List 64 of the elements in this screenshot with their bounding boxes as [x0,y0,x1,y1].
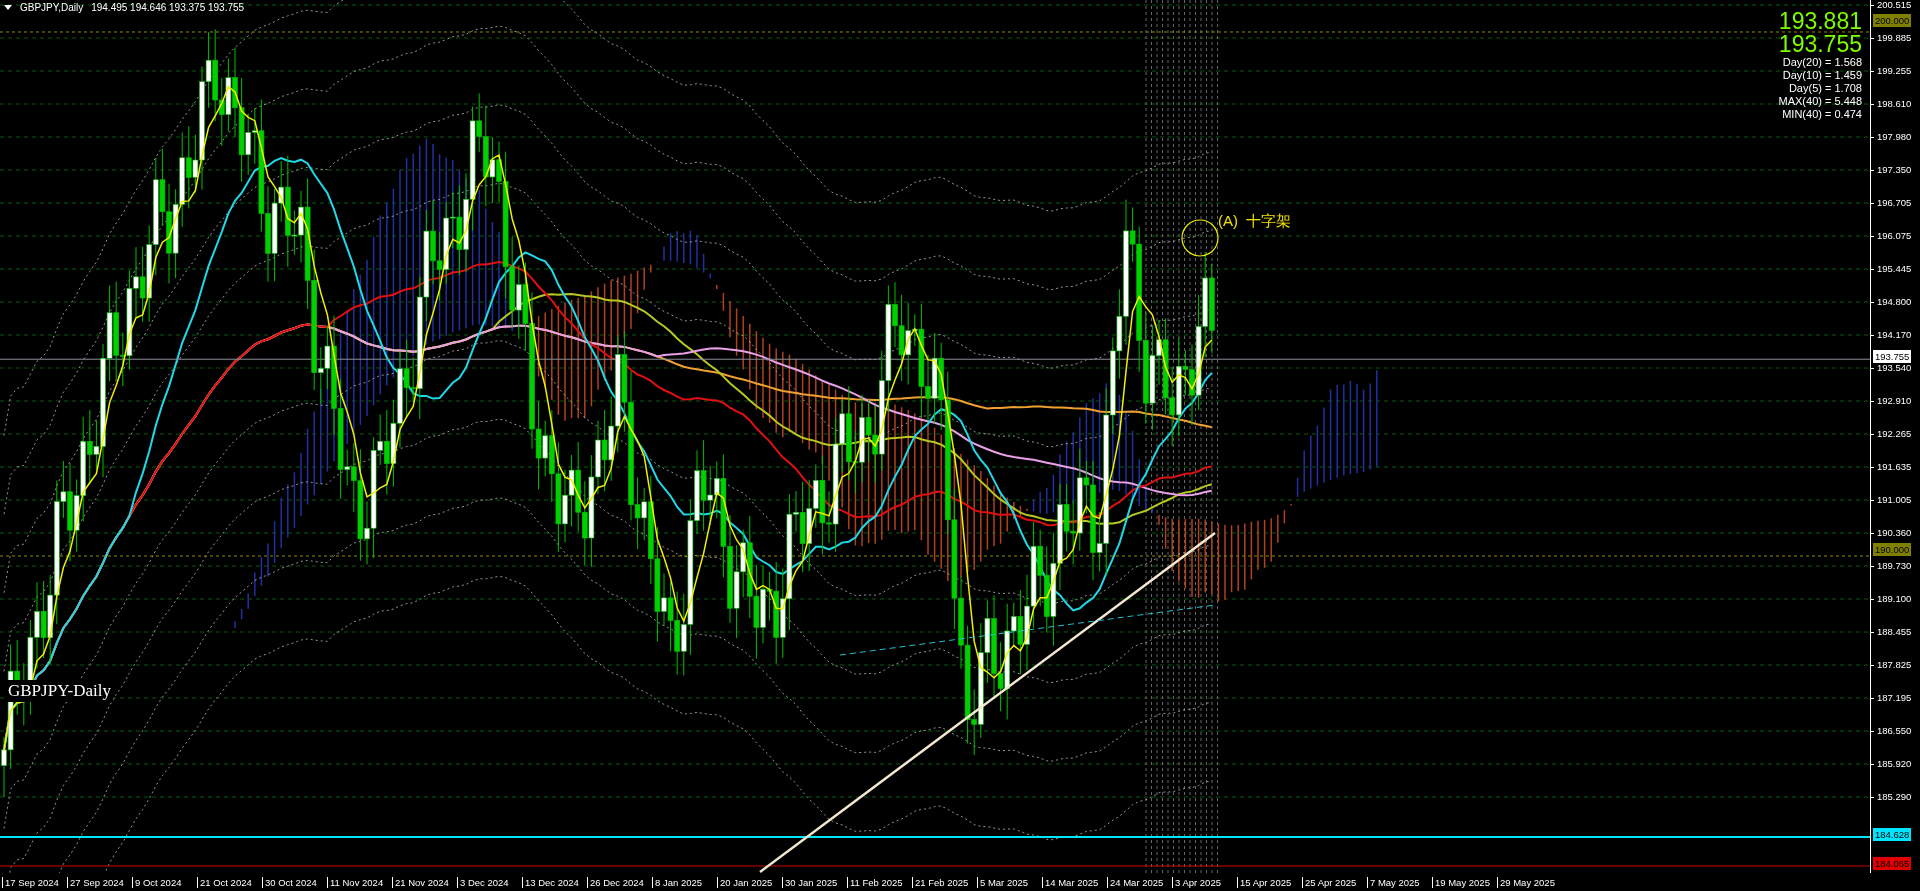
ohlc-values: 194.495 194.646 193.375 193.755 [91,2,245,13]
price-tick-label: 199.885 [1871,31,1920,64]
volatility-stat: MIN(40) = 0.474 [1781,108,1862,121]
date-tick-label: 20 Jan 2025 [717,876,782,888]
price-tick-label: 187.195 [1871,691,1920,724]
price-tick-label: 199.255 [1871,64,1920,97]
date-tick-label: 11 Nov 2024 [327,876,392,888]
symbol-label: GBPJPY,Daily [20,2,84,13]
price-tick-label: 194.800 [1871,295,1920,328]
price-tick-label: 188.455 [1871,625,1920,658]
date-tick-label: 25 Apr 2025 [1302,876,1367,888]
price-tick-label: 196.075 [1871,229,1920,262]
price-tick-label: 197.350 [1871,163,1920,196]
date-tick-label: 29 May 2025 [1497,876,1562,888]
date-tick-label: 7 May 2025 [1367,876,1432,888]
price-tick-label: 189.730 [1871,559,1920,592]
date-tick-label: 11 Feb 2025 [847,876,912,888]
dropdown-triangle-icon[interactable] [4,5,12,10]
price-tick-label: 185.290 [1871,790,1920,823]
price-tick-label: 197.980 [1871,130,1920,163]
date-tick-label: 24 Mar 2025 [1107,876,1172,888]
volatility-stat: Day(5) = 1.708 [1787,82,1862,95]
price-tick-label: 186.550 [1871,724,1920,757]
price-marker: 193.755 [1873,350,1912,363]
price-marker: 184.628 [1873,828,1912,841]
volatility-stat: Day(20) = 1.568 [1781,56,1862,69]
date-tick-label: 26 Dec 2024 [587,876,652,888]
price-tick-label: 189.100 [1871,592,1920,625]
date-tick-label: 21 Nov 2024 [392,876,457,888]
price-tick-label: 193.540 [1871,361,1920,394]
highlight-circle [1181,219,1219,257]
price-marker: 200.000 [1873,14,1912,27]
date-tick-label: 3 Apr 2025 [1172,876,1237,888]
date-tick-label: 30 Jan 2025 [782,876,847,888]
annotation-text: (A) 十字架 [1218,212,1292,231]
price-marker: 190.000 [1873,543,1912,556]
date-tick-label: 27 Sep 2024 [67,876,132,888]
date-tick-label: 15 Apr 2025 [1237,876,1302,888]
price-tick-label: 192.910 [1871,394,1920,427]
price-tick-label: 195.445 [1871,262,1920,295]
price-tick-label: 187.825 [1871,658,1920,691]
date-tick-label: 30 Oct 2024 [262,876,327,888]
price-tick-label: 192.265 [1871,427,1920,460]
date-tick-label: 13 Dec 2024 [522,876,587,888]
price-tick-label: 185.920 [1871,757,1920,790]
bid-price: 193.881 [1778,10,1862,33]
price-marker: 184.065 [1873,857,1912,870]
date-tick-label: 21 Oct 2024 [197,876,262,888]
price-tick-label: 198.610 [1871,97,1920,130]
date-tick-label: 5 Mar 2025 [977,876,1042,888]
date-tick-label: 3 Dec 2024 [457,876,522,888]
volatility-stat: Day(10) = 1.459 [1781,69,1862,82]
date-tick-label: 21 Feb 2025 [912,876,977,888]
price-tick-label: 191.005 [1871,493,1920,526]
price-tick-label: 196.705 [1871,196,1920,229]
price-tick-label: 191.635 [1871,460,1920,493]
date-tick-label: 19 May 2025 [1432,876,1497,888]
volatility-stat: MAX(40) = 5.448 [1778,95,1862,108]
close-price: 193.755 [1778,33,1862,56]
chart-label: GBPJPY-Daily [6,680,113,702]
date-tick-label: 9 Oct 2024 [132,876,197,888]
date-tick-label: 8 Jan 2025 [652,876,717,888]
date-tick-label: 17 Sep 2024 [2,876,67,888]
date-tick-label: 14 Mar 2025 [1042,876,1107,888]
